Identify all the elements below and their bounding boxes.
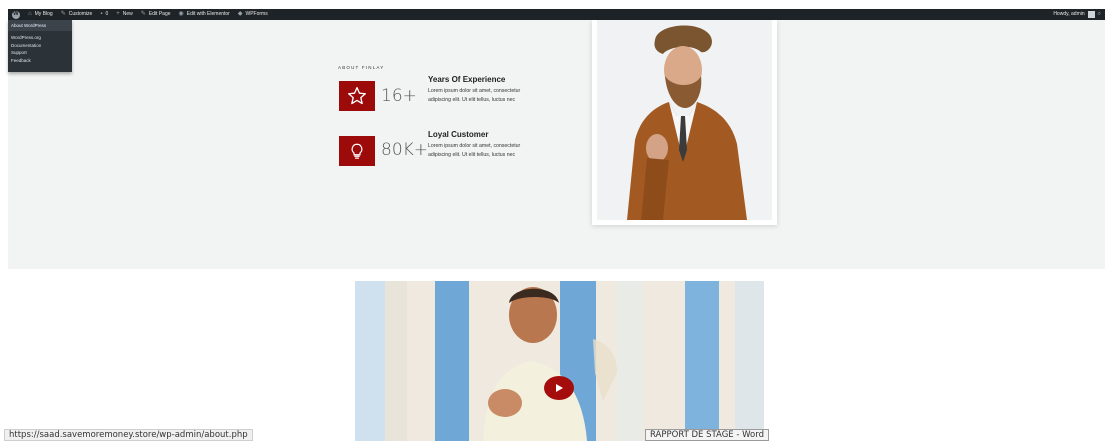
adminbar-edit-page[interactable]: ✎ Edit Page bbox=[137, 9, 175, 20]
elementor-icon: ◉ bbox=[178, 11, 184, 17]
menu-documentation[interactable]: Documentation bbox=[11, 43, 69, 48]
status-bar-url: https://saad.savemoremoney.store/wp-admi… bbox=[4, 429, 253, 441]
adminbar-comments[interactable]: ▪ 0 bbox=[96, 9, 112, 20]
about-photo-card bbox=[592, 20, 777, 225]
pencil-icon: ✎ bbox=[140, 11, 146, 17]
admin-bar: ⌂ My Blog ✎ Customize ▪ 0 + New ✎ Edit P… bbox=[8, 9, 1105, 20]
adminbar-account[interactable]: Howdy, admin ⌕ bbox=[1053, 9, 1105, 20]
experience-icon-box bbox=[339, 81, 375, 111]
customer-text: Lorem ipsum dolor sit amet, consectetur … bbox=[428, 143, 521, 159]
video-background-image bbox=[355, 281, 764, 441]
adminbar-wpforms-label: WPForms bbox=[245, 11, 268, 17]
experience-text: Lorem ipsum dolor sit amet, consectetur … bbox=[428, 88, 521, 104]
taskbar-tooltip: RAPPORT DE STAGE - Word bbox=[645, 429, 769, 441]
star-icon bbox=[348, 87, 366, 105]
play-icon bbox=[556, 384, 563, 392]
adminbar-edit-elementor[interactable]: ◉ Edit with Elementor bbox=[175, 9, 234, 20]
adminbar-site-name[interactable]: ⌂ My Blog bbox=[24, 9, 57, 20]
adminbar-comments-count: 0 bbox=[105, 11, 109, 17]
home-icon: ⌂ bbox=[28, 11, 32, 17]
plus-icon: + bbox=[116, 11, 120, 17]
wp-logo-dropdown: About WordPress WordPress.org Documentat… bbox=[8, 20, 72, 72]
menu-about-wordpress[interactable]: About WordPress bbox=[8, 20, 72, 31]
about-section: ABOUT FINLAY 16+ Years Of Experience Lor… bbox=[8, 20, 1105, 269]
lightbulb-icon bbox=[351, 143, 363, 159]
customer-icon-box bbox=[339, 136, 375, 166]
menu-feedback[interactable]: Feedback bbox=[11, 58, 69, 63]
avatar bbox=[1087, 11, 1095, 18]
adminbar-account-label: Howdy, admin bbox=[1053, 11, 1085, 17]
wp-logo-menu[interactable] bbox=[8, 9, 24, 20]
adminbar-new[interactable]: + New bbox=[112, 9, 137, 20]
wordpress-logo-icon bbox=[12, 9, 20, 20]
experience-title: Years Of Experience bbox=[428, 75, 506, 84]
search-icon[interactable]: ⌕ bbox=[1098, 9, 1101, 20]
menu-wordpress-org[interactable]: WordPress.org bbox=[11, 35, 69, 40]
adminbar-edit-elementor-label: Edit with Elementor bbox=[186, 11, 230, 17]
brush-icon: ✎ bbox=[60, 11, 66, 17]
customer-title: Loyal Customer bbox=[428, 130, 489, 139]
customer-number: 80K+ bbox=[381, 140, 429, 160]
adminbar-new-label: New bbox=[122, 11, 133, 17]
video-section bbox=[8, 269, 1105, 441]
adminbar-site-label: My Blog bbox=[34, 11, 53, 17]
diamond-icon: ◆ bbox=[237, 11, 243, 17]
portrait-illustration bbox=[597, 20, 772, 220]
comment-icon: ▪ bbox=[100, 11, 103, 17]
experience-number: 16+ bbox=[381, 86, 417, 106]
adminbar-customize-label: Customize bbox=[68, 11, 93, 17]
menu-support[interactable]: Support bbox=[11, 50, 69, 55]
adminbar-customize[interactable]: ✎ Customize bbox=[57, 9, 97, 20]
adminbar-edit-page-label: Edit Page bbox=[148, 11, 171, 17]
adminbar-wpforms[interactable]: ◆ WPForms bbox=[234, 9, 272, 20]
man-portrait-image bbox=[597, 20, 772, 220]
play-button[interactable] bbox=[544, 376, 574, 400]
about-eyebrow: ABOUT FINLAY bbox=[338, 65, 385, 70]
wp-submenu: WordPress.org Documentation Support Feed… bbox=[8, 31, 72, 63]
video-thumbnail[interactable] bbox=[355, 281, 764, 441]
